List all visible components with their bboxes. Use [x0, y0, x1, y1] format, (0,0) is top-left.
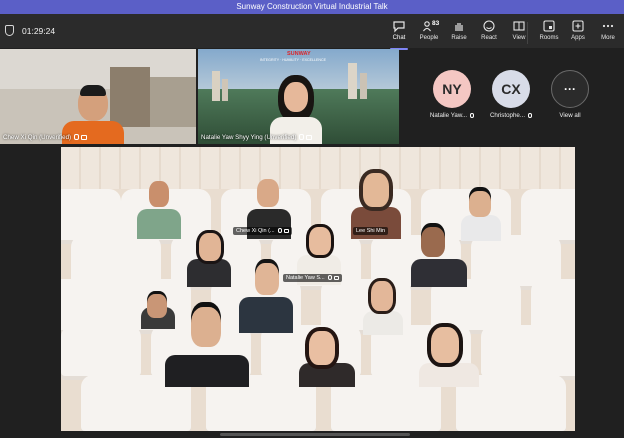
camera-icon	[333, 275, 339, 280]
participant-name-tag: Natalie Yaw S...	[283, 274, 342, 282]
together-mode-stage: Chew Xi Qin (... Lee Shi Min Natalie Yaw…	[61, 147, 575, 431]
participant-body	[299, 363, 355, 387]
building	[360, 73, 367, 99]
chat-icon	[384, 17, 414, 33]
participant-head	[309, 331, 335, 365]
more-dots-icon: ···	[551, 70, 589, 108]
meeting-toolbar: 01:29:24 Chat 83 People Raise React View	[0, 14, 624, 50]
wall-panels	[61, 147, 575, 189]
participant-head	[255, 263, 279, 295]
participant-head	[257, 179, 279, 207]
participant-head	[431, 327, 459, 363]
participant-head	[421, 227, 445, 257]
participant-body	[239, 297, 293, 333]
video-tile-2[interactable]: SUNWAY INTEGRITY · HUMILITY · EXCELLENCE…	[198, 49, 399, 144]
mic-off-icon	[470, 112, 475, 118]
camera-icon	[81, 134, 88, 140]
participant-name-tag: Natalie Yaw Shyy Ying (Unverified)	[201, 134, 313, 141]
mic-off-icon	[74, 134, 80, 141]
rooms-button[interactable]: Rooms	[534, 17, 564, 47]
participant-body	[187, 259, 231, 287]
participant-avatar-ny[interactable]: NY Natalie Yaw...	[424, 70, 480, 119]
camera-icon	[283, 228, 289, 233]
more-dots-icon	[593, 17, 623, 33]
rooms-icon	[534, 17, 564, 33]
people-icon	[414, 17, 444, 33]
seat	[61, 325, 141, 380]
participant-head	[469, 191, 491, 217]
meeting-timer: 01:29:24	[22, 26, 56, 36]
avatar: NY	[433, 70, 471, 108]
camera-icon	[306, 134, 313, 140]
sunway-logo: SUNWAY	[287, 51, 311, 57]
view-all-button[interactable]: ··· View all	[542, 70, 598, 119]
participant-head	[371, 281, 393, 311]
scroll-indicator[interactable]	[220, 433, 410, 436]
people-button[interactable]: 83 People	[414, 17, 444, 47]
mic-off-icon	[528, 112, 533, 118]
shield-icon	[5, 25, 14, 36]
building	[222, 79, 228, 101]
participant-name-tag: Lee Shi Min	[353, 227, 389, 235]
grid-view-icon	[504, 17, 534, 33]
avatar: CX	[492, 70, 530, 108]
react-button[interactable]: React	[474, 17, 504, 47]
participant-head	[199, 233, 221, 261]
mic-off-icon	[277, 228, 282, 234]
video-tile-1[interactable]: Chew Xi Qin (Unverified)	[0, 49, 196, 144]
participant-head	[309, 227, 331, 255]
participant-body	[419, 363, 479, 387]
participant-name-tag: Chew Xi Qin (Unverified)	[3, 134, 88, 141]
participant-body	[411, 259, 467, 287]
chat-button[interactable]: Chat	[384, 17, 414, 50]
participant-body	[137, 209, 181, 239]
participant-head	[191, 307, 221, 347]
plus-icon	[563, 17, 593, 33]
view-button[interactable]: View	[504, 17, 534, 47]
person-hair	[80, 85, 106, 96]
participant-name-tag: Chew Xi Qin (...	[233, 227, 292, 235]
banner-tagline: INTEGRITY · HUMILITY · EXCELLENCE	[260, 58, 326, 62]
participant-head	[363, 173, 389, 207]
participant-body	[461, 215, 501, 241]
building	[212, 71, 220, 101]
participant-avatar-cx[interactable]: CX Christophe...	[483, 70, 539, 119]
building	[348, 63, 357, 99]
participant-head	[149, 181, 169, 207]
mic-off-icon	[299, 134, 305, 141]
toolbar-divider	[527, 22, 528, 44]
mic-off-icon	[327, 275, 332, 281]
participant-body	[165, 355, 249, 387]
shelf	[110, 67, 150, 127]
raise-hand-button[interactable]: Raise	[444, 17, 474, 47]
participant-body	[363, 311, 403, 335]
hand-icon	[444, 17, 474, 33]
window-title: Sunway Construction Virtual Industrial T…	[0, 0, 624, 14]
participant-head	[147, 294, 167, 318]
more-button[interactable]: More	[593, 17, 623, 47]
shelf	[150, 77, 196, 127]
person-head	[284, 82, 308, 112]
seat	[481, 325, 575, 380]
people-count: 83	[432, 20, 440, 27]
apps-button[interactable]: Apps	[563, 17, 593, 47]
smiley-icon	[474, 17, 504, 33]
